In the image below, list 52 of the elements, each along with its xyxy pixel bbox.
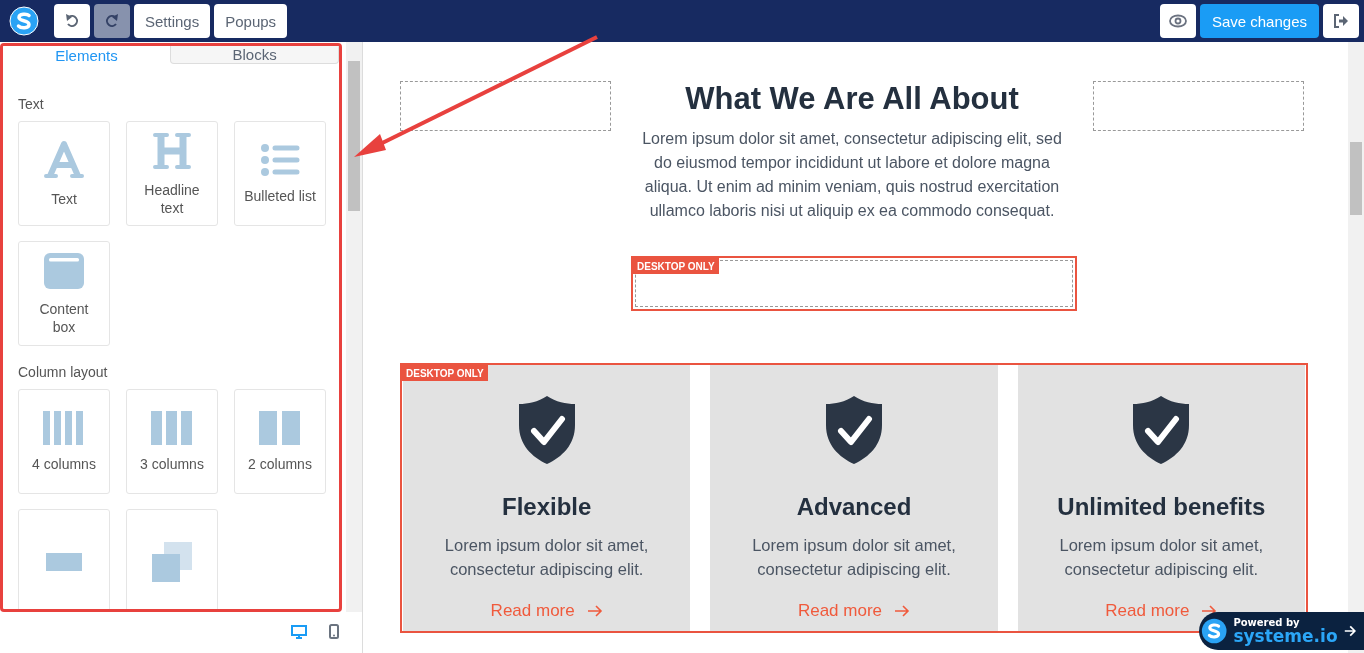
card-text: Lorem ipsum dolor sit amet, consectetur adipiscing elit. xyxy=(1058,535,1265,580)
page-paragraph: Lorem ipsum dolor sit amet, consectetur adipiscing elit, sed do eiusmod tempor incididunt ut labore et dolore magna aliqua. Ut enim ad minim veniam, quis nostrud exercitation ullamco laboris nisi ut aliquip ex ea commodo consequat. xyxy=(641,129,1063,221)
section-heading: Column layout xyxy=(18,364,109,380)
element-tile[interactable]: Bulleted list xyxy=(234,121,326,226)
undo-button[interactable] xyxy=(54,4,90,38)
arrow-icon xyxy=(586,605,603,617)
element-tile[interactable]: Headline text xyxy=(126,121,218,226)
element-tile[interactable]: Text xyxy=(18,121,110,226)
letter-h-icon xyxy=(152,130,192,171)
page-heading: What We Are All About xyxy=(685,81,1019,117)
element-tile[interactable]: 2 columns xyxy=(234,389,326,494)
undo-icon xyxy=(64,13,80,29)
four-columns-icon xyxy=(43,410,85,445)
overlapping-squares-icon xyxy=(151,540,193,583)
panel-tab[interactable]: Blocks xyxy=(170,46,340,64)
section-heading: Text xyxy=(18,96,45,112)
redo-icon xyxy=(104,13,120,29)
element-tile[interactable]: 3 columns xyxy=(126,389,218,494)
logo-icon[interactable] xyxy=(9,6,39,36)
card-title: Flexible xyxy=(501,493,592,521)
card-title: Advanced xyxy=(796,493,912,521)
element-tile[interactable] xyxy=(126,509,218,609)
powered-by-badge[interactable]: Powered by systeme.io xyxy=(1199,612,1364,650)
rectangle-icon xyxy=(46,552,82,571)
card-title: Unlimited benefits xyxy=(1057,493,1266,521)
exit-icon xyxy=(1333,14,1349,28)
shield-check-icon xyxy=(517,395,576,465)
shield-check-icon xyxy=(1132,395,1191,465)
list-icon xyxy=(260,142,300,177)
mobile-icon[interactable] xyxy=(329,624,339,639)
visibility-badge: DESKTOP ONLY xyxy=(633,258,719,274)
letter-a-icon xyxy=(44,139,84,180)
visibility-badge: DESKTOP ONLY xyxy=(402,365,488,381)
three-columns-icon xyxy=(151,410,193,445)
scrollbar[interactable] xyxy=(346,42,362,612)
eye-icon xyxy=(1168,14,1187,28)
window-icon xyxy=(43,251,85,290)
scrollbar[interactable] xyxy=(1348,42,1364,653)
card-text: Lorem ipsum dolor sit amet, consectetur adipiscing elit. xyxy=(751,535,957,580)
toolbar-button[interactable]: Settings xyxy=(134,4,211,38)
element-tile[interactable] xyxy=(18,509,110,609)
card-text: Lorem ipsum dolor sit amet, consectetur adipiscing elit. xyxy=(443,535,650,580)
arrow-icon xyxy=(1343,624,1356,638)
arrow-icon xyxy=(894,605,911,617)
two-columns-icon xyxy=(259,410,301,445)
element-tile[interactable]: 4 columns xyxy=(18,389,110,494)
exit-button[interactable] xyxy=(1323,4,1359,38)
shield-check-icon xyxy=(825,395,883,465)
element-tile[interactable]: Content box xyxy=(18,241,110,346)
preview-button[interactable] xyxy=(1159,4,1196,38)
desktop-icon[interactable] xyxy=(291,624,307,639)
toolbar-button[interactable]: Popups xyxy=(214,4,288,38)
